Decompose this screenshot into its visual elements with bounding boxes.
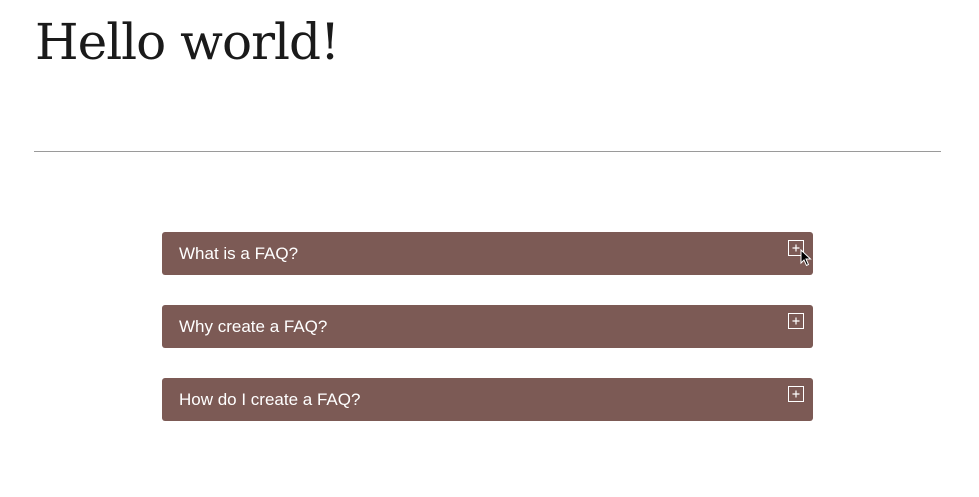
plus-icon[interactable] [788, 240, 804, 256]
faq-item-what-is-faq[interactable]: What is a FAQ? [162, 232, 813, 275]
faq-question: What is a FAQ? [179, 244, 299, 263]
plus-icon[interactable] [788, 313, 804, 329]
faq-item-how-create-faq[interactable]: How do I create a FAQ? [162, 378, 813, 421]
plus-icon[interactable] [788, 386, 804, 402]
faq-accordion: What is a FAQ? Why create a FAQ? How do … [162, 232, 813, 451]
page-title: Hello world! [35, 13, 340, 71]
faq-question: Why create a FAQ? [179, 317, 328, 336]
faq-item-why-create-faq[interactable]: Why create a FAQ? [162, 305, 813, 348]
title-divider [34, 151, 941, 152]
faq-question: How do I create a FAQ? [179, 390, 361, 409]
